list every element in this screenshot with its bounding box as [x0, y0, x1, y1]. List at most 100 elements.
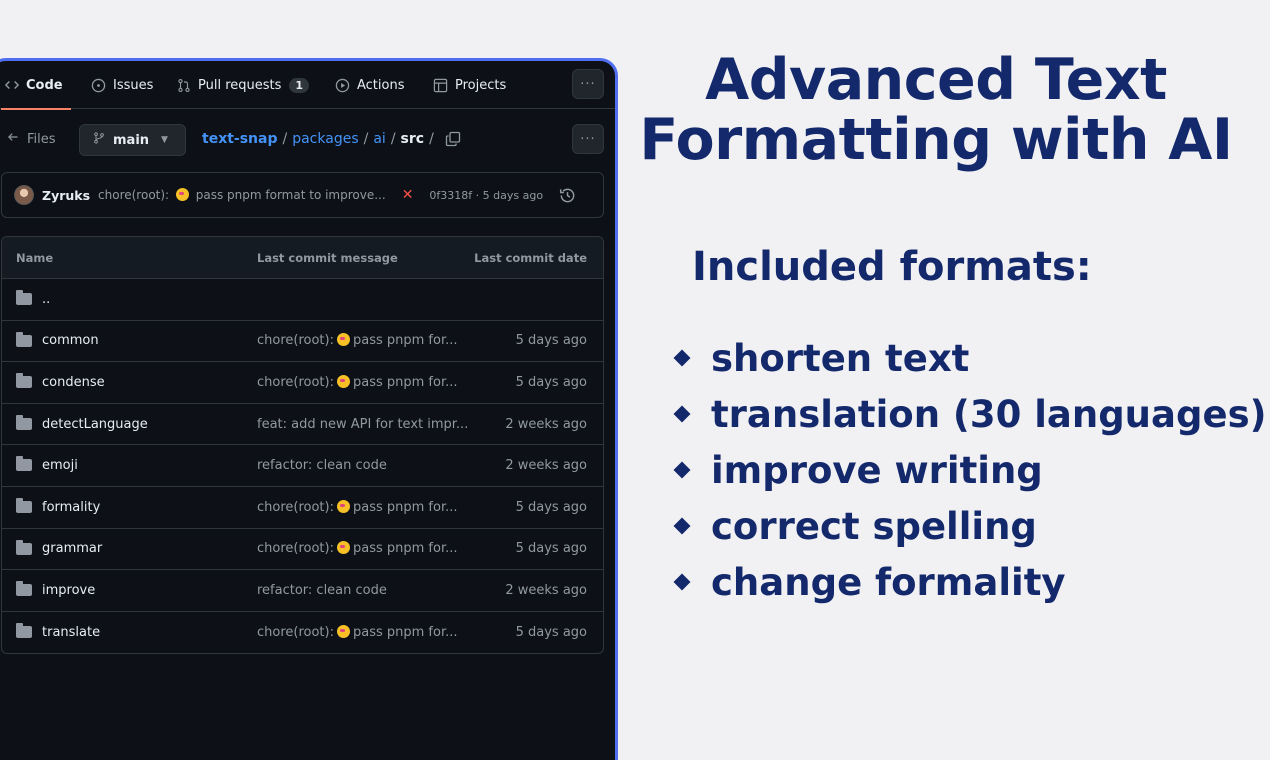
commit-message-link[interactable]: chore(root): pass pnpm for... [257, 499, 458, 515]
commit-message-tail: pass pnpm for... [352, 499, 458, 515]
list-item: improve writing [673, 442, 1267, 498]
commit-message-link[interactable]: chore(root): pass pnpm for... [257, 333, 458, 348]
file-name-link[interactable]: translate [42, 625, 100, 640]
tab-label: Actions [357, 77, 405, 93]
branch-name: main [113, 132, 150, 148]
file-name-link[interactable]: detectLanguage [42, 417, 148, 432]
commit-message-prefix: chore(root): [98, 188, 170, 202]
diamond-bullet-icon [673, 517, 691, 535]
breadcrumb-current: src [400, 131, 425, 147]
commit-message-link[interactable]: refactor: clean code [257, 583, 387, 598]
avatar[interactable] [14, 185, 34, 205]
commit-message-link[interactable]: feat: add new API for text impr... [257, 417, 468, 432]
more-options-button[interactable]: ··· [572, 69, 604, 99]
tab-label: Projects [455, 77, 507, 93]
tab-label: Code [26, 77, 63, 93]
list-item: correct spelling [673, 498, 1267, 554]
tab-projects[interactable]: Projects [433, 61, 506, 109]
commit-message[interactable]: chore(root): pass pnpm format to improve… [98, 188, 386, 202]
formats-list: shorten text translation (30 languages) … [673, 330, 1267, 610]
pull-request-count-badge: 1 [289, 77, 310, 93]
table-row[interactable]: formality chore(root): pass pnpm for... 5 d… [2, 487, 603, 529]
tab-issues[interactable]: Issues [91, 61, 153, 109]
title-line-2: Formatting with AI [639, 107, 1233, 173]
commit-message-text: chore(root): [257, 499, 334, 515]
breadcrumb-ai-link[interactable]: ai [373, 131, 385, 147]
table-row[interactable]: detectLanguage feat: add new API for text… [2, 404, 603, 446]
file-name-link[interactable]: formality [42, 500, 100, 515]
tab-label: Issues [113, 77, 154, 93]
commit-message-tail: pass pnpm for... [352, 374, 458, 390]
commit-message-link[interactable]: chore(root): pass pnpm for... [257, 374, 458, 390]
commit-date: 5 days ago [515, 541, 587, 557]
diamond-bullet-icon [673, 573, 691, 591]
format-label: translation (30 languages) [711, 392, 1267, 436]
folder-icon [16, 290, 32, 305]
diamond-bullet-icon [673, 461, 691, 479]
diamond-bullet-icon [673, 349, 691, 367]
breadcrumb-packages-link[interactable]: packages [292, 131, 358, 147]
commit-message-link[interactable]: chore(root): pass pnpm for... [257, 541, 458, 556]
table-row[interactable]: emoji refactor: clean code 2 weeks ago [2, 445, 603, 487]
file-name-link[interactable]: emoji [42, 458, 78, 473]
list-item: change formality [673, 554, 1267, 610]
column-header-date: Last commit date [474, 250, 587, 265]
commit-author[interactable]: Zyruks [42, 188, 90, 203]
folder-icon [16, 331, 32, 347]
diamond-bullet-icon [673, 405, 691, 423]
commit-message-tail: pass pnpm for... [352, 625, 458, 641]
format-label: shorten text [711, 336, 970, 380]
folder-icon [16, 414, 32, 430]
folder-icon [16, 373, 32, 389]
formats-heading: Included formats: [692, 244, 1092, 290]
commit-message-tail: pass pnpm for... [352, 333, 458, 349]
file-table: Name Last commit message Last commit dat… [1, 236, 604, 655]
triangle-down-icon: ▼ [161, 135, 168, 145]
folder-icon [16, 456, 32, 472]
commit-sha-date[interactable]: 0f3318f · 5 days ago [429, 189, 543, 202]
breadcrumb-separator: / [429, 131, 434, 147]
breadcrumb-separator: / [282, 131, 288, 147]
commit-message-link[interactable]: chore(root): pass pnpm for... [257, 625, 458, 640]
copy-icon[interactable] [445, 131, 461, 147]
table-row[interactable]: grammar chore(root): pass pnpm for... 5 day… [2, 529, 603, 571]
file-name-link[interactable]: improve [42, 583, 95, 598]
file-name-link[interactable]: grammar [42, 541, 102, 556]
file-name-link[interactable]: condense [42, 375, 105, 390]
emoji-icon [336, 374, 350, 388]
breadcrumb-repo-link[interactable]: text-snap [202, 131, 278, 147]
file-name-link[interactable]: common [42, 333, 99, 348]
tab-pull-requests[interactable]: Pull requests 1 [177, 61, 310, 109]
play-icon [335, 78, 350, 93]
table-row-parent-dir[interactable]: .. [2, 279, 603, 321]
column-header-name: Name [16, 250, 54, 265]
parent-dir-link[interactable]: .. [42, 292, 50, 307]
table-row[interactable]: condense chore(root): pass pnpm for... 5 da… [2, 362, 603, 404]
tab-code[interactable]: Code [1, 61, 71, 110]
format-label: change formality [711, 560, 1066, 604]
title-line-1: Advanced Text [705, 47, 1167, 113]
arrow-left-icon [7, 131, 19, 147]
kebab-horizontal-icon: ··· [580, 131, 596, 147]
tab-actions[interactable]: Actions [335, 61, 405, 109]
commit-message-text: refactor: clean code [257, 582, 387, 598]
table-header: Name Last commit message Last commit dat… [2, 237, 603, 279]
issue-opened-icon [91, 78, 106, 93]
history-icon[interactable] [559, 187, 576, 204]
table-row[interactable]: common chore(root): pass pnpm for... 5 days… [2, 321, 603, 363]
commit-message-text: refactor: clean code [257, 458, 387, 474]
commit-message-text: chore(root): [257, 541, 334, 557]
table-row[interactable]: improve refactor: clean code 2 weeks ago [2, 570, 603, 612]
commit-date: 2 weeks ago [505, 582, 587, 598]
table-row[interactable]: translate chore(root): pass pnpm for... 5 d… [2, 612, 603, 654]
breadcrumb-separator: / [390, 131, 396, 147]
breadcrumb: text-snap / packages / ai / src / [202, 131, 461, 147]
commit-date: 5 days ago [515, 374, 587, 390]
commit-message-text: chore(root): [257, 374, 334, 390]
commit-date: 2 weeks ago [505, 458, 587, 474]
path-more-options-button[interactable]: ··· [572, 124, 604, 154]
files-toggle-button[interactable]: Files [7, 131, 56, 147]
commit-message-link[interactable]: refactor: clean code [257, 458, 387, 473]
branch-selector-button[interactable]: main ▼ [79, 124, 186, 156]
check-failed-icon[interactable]: ✕ [402, 187, 414, 203]
